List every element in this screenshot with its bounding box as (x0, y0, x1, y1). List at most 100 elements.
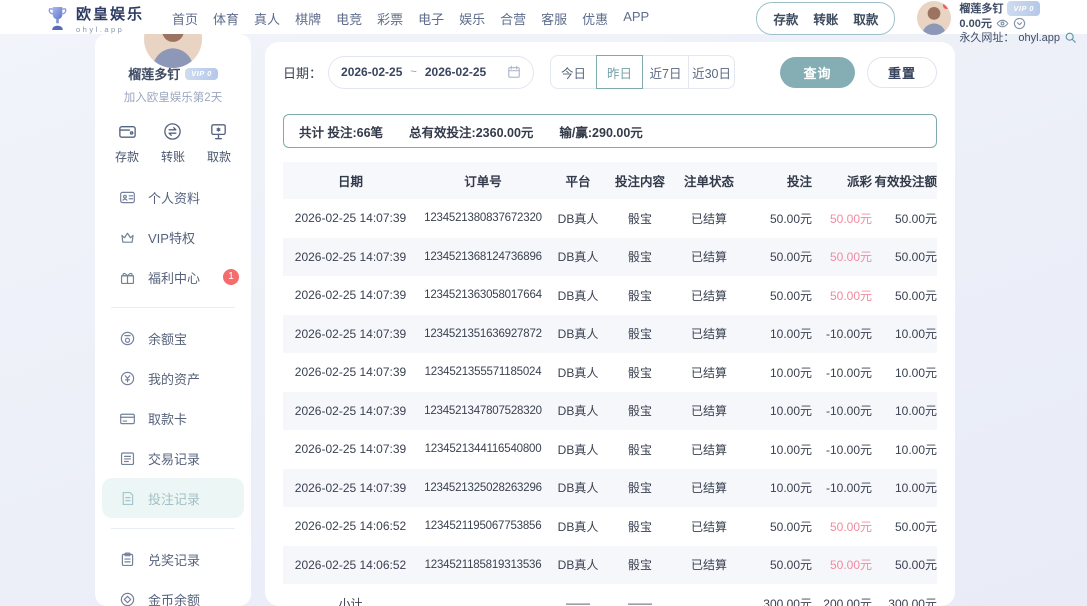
subtotal-payout: 200.00元 (812, 584, 872, 606)
range-yesterday-button[interactable]: 昨日 (596, 55, 643, 89)
site-url: ohyl.app (1018, 32, 1060, 44)
sidebar-item-label: 福利中心 (148, 268, 200, 287)
cell-date: 2026-02-25 14:07:39 (283, 430, 418, 469)
sidebar-quick-actions: 存款转账 取款 (95, 121, 251, 165)
site-logo[interactable]: 欧皇娱乐 ohyl.app (46, 3, 144, 34)
wallet-transfer-button[interactable]: 转账 (813, 9, 838, 28)
summary-total-bets: 共计 投注:66笔 (299, 122, 383, 141)
subtotal-date: 小计 (283, 584, 418, 606)
transfer-icon (162, 121, 183, 142)
nav-item-esports[interactable]: 电竞 (336, 9, 362, 28)
cell-payout: -10.00元 (812, 392, 872, 431)
wallet-withdraw-button[interactable]: 取款 (853, 9, 878, 28)
range-last-30-days-button[interactable]: 近30日 (688, 55, 735, 89)
eye-icon[interactable] (996, 17, 1009, 30)
sidebar-item-label: 个人资料 (148, 188, 200, 207)
nav-item-promotions[interactable]: 优惠 (582, 9, 608, 28)
sidebar-item-withdraw-card[interactable]: 取款卡 (95, 398, 251, 438)
sidebar-item-profile[interactable]: 个人资料 (95, 177, 251, 217)
refresh-balance-icon[interactable] (1013, 17, 1026, 30)
cell-bet: 50.00元 (746, 238, 812, 277)
nav-item-support[interactable]: 客服 (541, 9, 567, 28)
sidebar-item-welfare-center[interactable]: 福利中心1 (95, 257, 251, 297)
nav-item-app[interactable]: APP (623, 9, 649, 28)
wallet-deposit-button[interactable]: 存款 (773, 9, 798, 28)
table-row: 2026-02-25 14:06:521234521185819313536DB… (283, 546, 937, 585)
cell-status: 已结算 (672, 353, 746, 392)
nav-item-lottery[interactable]: 彩票 (377, 9, 403, 28)
cell-order-no: 1234521363058017664 (418, 276, 548, 315)
gift-icon (119, 269, 136, 286)
sidebar-item-vip-privileges[interactable]: VIP特权 (95, 217, 251, 257)
cell-status: 已结算 (672, 238, 746, 277)
cell-bet: 50.00元 (746, 276, 812, 315)
sidebar-item-my-assets[interactable]: 我的资产 (95, 358, 251, 398)
cell-status: 已结算 (672, 315, 746, 354)
sidebar-item-bet-records[interactable]: 投注记录 (102, 478, 244, 518)
username: 榴莲多钉 (959, 3, 1003, 15)
cell-order-no: 1234521344116540800 (418, 430, 548, 469)
cell-payout: -10.00元 (812, 469, 872, 508)
cell-date: 2026-02-25 14:06:52 (283, 507, 418, 546)
cell-payout: -10.00元 (812, 315, 872, 354)
search-icon[interactable] (1064, 31, 1077, 44)
cell-date: 2026-02-25 14:07:39 (283, 469, 418, 508)
cell-platform: DB真人 (548, 276, 608, 315)
quick-action-withdraw[interactable]: 取款 (207, 121, 231, 165)
date-end-value: 2026-02-25 (425, 65, 486, 79)
bet-records-table: 日期订单号平台投注内容注单状态投注派彩有效投注额2026-02-25 14:07… (283, 162, 937, 606)
sidebar: 榴莲多钉 VIP 0 加入欧皇娱乐第2天 存款转账取款 个人资料VIP特权福利中… (95, 34, 251, 606)
range-last-7-days-button[interactable]: 近7日 (642, 55, 689, 89)
quick-action-transfer[interactable]: 转账 (161, 121, 185, 165)
col-payout: 派彩 (812, 162, 872, 199)
vip-badge: VIP 0 (1007, 1, 1040, 16)
cell-platform: DB真人 (548, 507, 608, 546)
nav-item-home[interactable]: 首页 (172, 9, 198, 28)
sidebar-item-label: VIP特权 (148, 228, 195, 247)
sidebar-item-label: 投注记录 (148, 489, 200, 508)
cell-order-no: 1234521195067753856 (418, 507, 548, 546)
sidebar-item-coin-balance[interactable]: 金币余额 (95, 579, 251, 606)
cell-payout: 50.00元 (812, 199, 872, 238)
cell-valid-bet: 50.00元 (872, 199, 937, 238)
list-icon (119, 450, 136, 467)
top-header: 欧皇娱乐 ohyl.app 首页体育真人棋牌电竞彩票电子娱乐合营客服优惠APP … (0, 0, 1087, 34)
reset-button[interactable]: 重置 (867, 57, 937, 88)
cell-status: 已结算 (672, 392, 746, 431)
nav-item-partnership[interactable]: 合营 (500, 9, 526, 28)
menu-divider (111, 307, 235, 308)
cell-bet: 10.00元 (746, 315, 812, 354)
cell-date: 2026-02-25 14:07:39 (283, 238, 418, 277)
col-date: 日期 (283, 162, 418, 199)
date-separator: ~ (410, 66, 416, 78)
quick-action-label: 转账 (161, 148, 185, 165)
sidebar-item-transaction-records[interactable]: 交易记录 (95, 438, 251, 478)
sidebar-item-yuebao[interactable]: 余额宝 (95, 318, 251, 358)
sidebar-item-label: 交易记录 (148, 449, 200, 468)
nav-item-sports[interactable]: 体育 (213, 9, 239, 28)
cell-order-no: 1234521185819313536 (418, 546, 548, 585)
table-row: 2026-02-25 14:07:391234521351636927872DB… (283, 315, 937, 354)
user-avatar[interactable] (917, 1, 951, 35)
query-button[interactable]: 查询 (780, 57, 855, 88)
cell-status: 已结算 (672, 507, 746, 546)
sidebar-item-label: 余额宝 (148, 329, 187, 348)
quick-action-deposit[interactable]: 存款 (115, 121, 139, 165)
nav-item-entertainment[interactable]: 娱乐 (459, 9, 485, 28)
cell-valid-bet: 10.00元 (872, 353, 937, 392)
cell-platform: DB真人 (548, 469, 608, 508)
date-range-input[interactable]: 2026-02-25 ~ 2026-02-25 (328, 56, 534, 89)
filter-row: 日期： 2026-02-25 ~ 2026-02-25 今日昨日近7日近30日 … (283, 55, 937, 89)
crown-icon (119, 229, 136, 246)
subtotal-status (672, 584, 746, 606)
sidebar-item-redeem-records[interactable]: 兑奖记录 (95, 539, 251, 579)
range-today-button[interactable]: 今日 (550, 55, 597, 89)
site-url-label: 永久网址： (959, 32, 1014, 44)
cell-status: 已结算 (672, 199, 746, 238)
nav-item-live-casino[interactable]: 真人 (254, 9, 280, 28)
nav-item-card-games[interactable]: 棋牌 (295, 9, 321, 28)
cell-order-no: 1234521355571185024 (418, 353, 548, 392)
cell-platform: DB真人 (548, 315, 608, 354)
nav-item-slots[interactable]: 电子 (418, 9, 444, 28)
bank-card-icon (119, 410, 136, 427)
